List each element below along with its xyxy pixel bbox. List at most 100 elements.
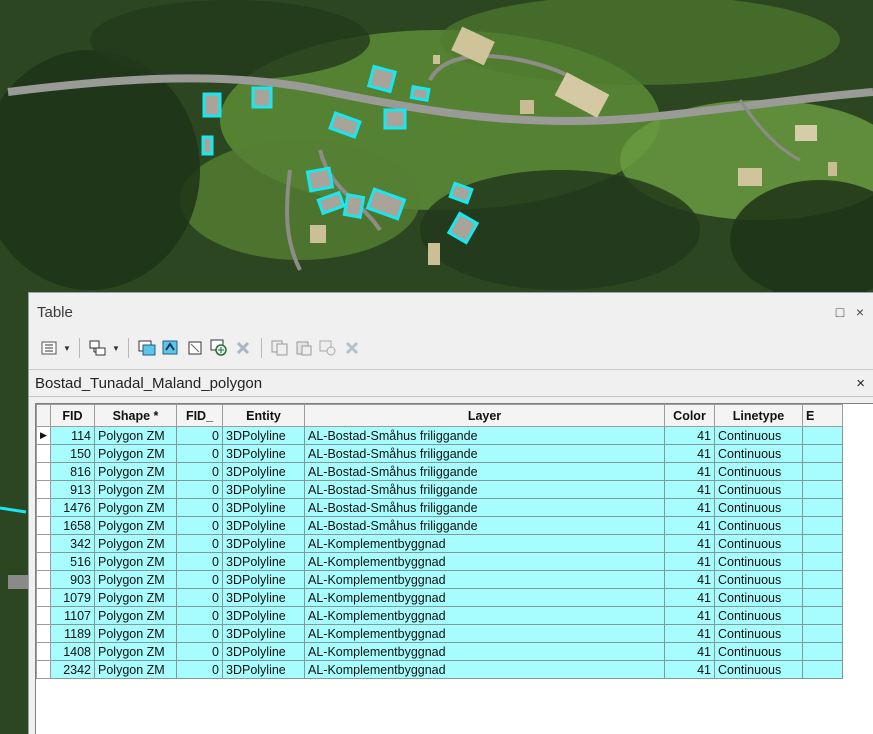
table-cell[interactable] bbox=[802, 606, 843, 625]
table-cell[interactable]: AL-Komplementbyggnad bbox=[304, 570, 665, 589]
table-cell[interactable]: Continuous bbox=[714, 642, 803, 661]
table-cell[interactable]: 41 bbox=[664, 660, 715, 679]
row-selector[interactable] bbox=[36, 462, 51, 481]
table-cell[interactable]: 1476 bbox=[50, 498, 95, 517]
table-cell[interactable] bbox=[802, 570, 843, 589]
clear-selection-icon[interactable] bbox=[185, 338, 205, 358]
table-cell[interactable]: Polygon ZM bbox=[94, 444, 177, 463]
column-header[interactable]: FID_ bbox=[176, 404, 223, 427]
table-cell[interactable]: Continuous bbox=[714, 426, 803, 445]
table-cell[interactable] bbox=[802, 624, 843, 643]
table-row[interactable]: ▶ 114 Polygon ZM 0 3DPolyline AL-Bostad-Småhu… bbox=[36, 426, 843, 445]
table-cell[interactable]: 0 bbox=[176, 498, 223, 517]
table-cell[interactable]: 1658 bbox=[50, 516, 95, 535]
table-cell[interactable]: AL-Komplementbyggnad bbox=[304, 642, 665, 661]
table-cell[interactable]: 3DPolyline bbox=[222, 606, 305, 625]
table-cell[interactable]: AL-Bostad-Småhus friliggande bbox=[304, 498, 665, 517]
table-cell[interactable]: 0 bbox=[176, 516, 223, 535]
table-cell[interactable]: 41 bbox=[664, 624, 715, 643]
table-cell[interactable]: 41 bbox=[664, 642, 715, 661]
column-header[interactable]: Entity bbox=[222, 404, 305, 427]
table-cell[interactable]: 41 bbox=[664, 606, 715, 625]
table-cell[interactable]: Continuous bbox=[714, 570, 803, 589]
table-cell[interactable]: 41 bbox=[664, 426, 715, 445]
table-cell[interactable] bbox=[802, 552, 843, 571]
table-cell[interactable]: 41 bbox=[664, 534, 715, 553]
table-row[interactable]: 1107 Polygon ZM 0 3DPolyline AL-Komplementby… bbox=[36, 606, 843, 625]
close-button[interactable]: × bbox=[853, 304, 867, 320]
table-cell[interactable]: 3DPolyline bbox=[222, 426, 305, 445]
table-row[interactable]: 913 Polygon ZM 0 3DPolyline AL-Bostad-Småhus… bbox=[36, 480, 843, 499]
table-cell[interactable]: AL-Komplementbyggnad bbox=[304, 606, 665, 625]
table-cell[interactable]: Polygon ZM bbox=[94, 552, 177, 571]
related-tables-dropdown-icon[interactable]: ▼ bbox=[112, 338, 120, 358]
table-row[interactable]: 903 Polygon ZM 0 3DPolyline AL-Komplementbyg… bbox=[36, 570, 843, 589]
row-selector[interactable] bbox=[36, 480, 51, 499]
row-selector[interactable] bbox=[36, 624, 51, 643]
table-cell[interactable]: Polygon ZM bbox=[94, 498, 177, 517]
row-selector[interactable] bbox=[36, 498, 51, 517]
table-cell[interactable]: AL-Bostad-Småhus friliggande bbox=[304, 462, 665, 481]
table-options-icon[interactable] bbox=[39, 338, 59, 358]
close-tab-button[interactable]: × bbox=[856, 375, 865, 392]
column-header[interactable]: Shape * bbox=[94, 404, 177, 427]
row-selector[interactable] bbox=[36, 534, 51, 553]
table-cell[interactable] bbox=[802, 426, 843, 445]
table-cell[interactable] bbox=[802, 462, 843, 481]
table-row[interactable]: 1658 Polygon ZM 0 3DPolyline AL-Bostad-Småhu… bbox=[36, 516, 843, 535]
table-cell[interactable]: 3DPolyline bbox=[222, 498, 305, 517]
row-selector[interactable] bbox=[36, 516, 51, 535]
table-cell[interactable]: AL-Komplementbyggnad bbox=[304, 660, 665, 679]
table-cell[interactable]: Polygon ZM bbox=[94, 570, 177, 589]
table-cell[interactable] bbox=[802, 516, 843, 535]
table-cell[interactable]: Continuous bbox=[714, 444, 803, 463]
table-cell[interactable]: 41 bbox=[664, 588, 715, 607]
table-cell[interactable]: 0 bbox=[176, 660, 223, 679]
table-cell[interactable]: AL-Bostad-Småhus friliggande bbox=[304, 480, 665, 499]
table-cell[interactable]: Continuous bbox=[714, 552, 803, 571]
table-row[interactable]: 342 Polygon ZM 0 3DPolyline AL-Komplementbyg… bbox=[36, 534, 843, 553]
column-header[interactable]: Color bbox=[664, 404, 715, 427]
table-row[interactable]: 150 Polygon ZM 0 3DPolyline AL-Bostad-Småhus… bbox=[36, 444, 843, 463]
table-row[interactable]: 1408 Polygon ZM 0 3DPolyline AL-Komplementby… bbox=[36, 642, 843, 661]
table-cell[interactable]: 150 bbox=[50, 444, 95, 463]
table-cell[interactable]: 41 bbox=[664, 516, 715, 535]
table-row[interactable]: 1079 Polygon ZM 0 3DPolyline AL-Komplementby… bbox=[36, 588, 843, 607]
related-tables-icon[interactable] bbox=[88, 338, 108, 358]
table-cell[interactable]: AL-Komplementbyggnad bbox=[304, 552, 665, 571]
table-cell[interactable]: 1189 bbox=[50, 624, 95, 643]
table-cell[interactable]: 0 bbox=[176, 606, 223, 625]
table-cell[interactable]: 114 bbox=[50, 426, 95, 445]
table-cell[interactable]: 3DPolyline bbox=[222, 516, 305, 535]
delete-icon[interactable] bbox=[342, 338, 362, 358]
table-cell[interactable]: 0 bbox=[176, 624, 223, 643]
table-cell[interactable]: 903 bbox=[50, 570, 95, 589]
column-header[interactable]: Layer bbox=[304, 404, 665, 427]
table-cell[interactable]: 41 bbox=[664, 462, 715, 481]
table-cell[interactable]: Continuous bbox=[714, 660, 803, 679]
attribute-grid[interactable]: FID Shape * FID_ Entity Layer Color Line… bbox=[35, 403, 873, 734]
table-cell[interactable]: 516 bbox=[50, 552, 95, 571]
table-cell[interactable] bbox=[802, 588, 843, 607]
table-cell[interactable]: 913 bbox=[50, 480, 95, 499]
table-cell[interactable]: 41 bbox=[664, 570, 715, 589]
table-row[interactable]: 1189 Polygon ZM 0 3DPolyline AL-Komplementby… bbox=[36, 624, 843, 643]
row-selector[interactable] bbox=[36, 642, 51, 661]
table-cell[interactable]: 1079 bbox=[50, 588, 95, 607]
table-cell[interactable]: 3DPolyline bbox=[222, 624, 305, 643]
table-cell[interactable]: Continuous bbox=[714, 516, 803, 535]
table-cell[interactable]: Continuous bbox=[714, 588, 803, 607]
table-cell[interactable]: 0 bbox=[176, 534, 223, 553]
table-cell[interactable]: 0 bbox=[176, 588, 223, 607]
table-cell[interactable]: Polygon ZM bbox=[94, 660, 177, 679]
table-cell[interactable]: 3DPolyline bbox=[222, 534, 305, 553]
table-cell[interactable]: 0 bbox=[176, 480, 223, 499]
delete-selected-icon[interactable] bbox=[233, 338, 253, 358]
table-cell[interactable]: Polygon ZM bbox=[94, 480, 177, 499]
row-selector[interactable] bbox=[36, 570, 51, 589]
current-row-marker[interactable]: ▶ bbox=[36, 426, 51, 445]
table-cell[interactable] bbox=[802, 642, 843, 661]
table-row[interactable]: 1476 Polygon ZM 0 3DPolyline AL-Bostad-Småhu… bbox=[36, 498, 843, 517]
table-cell[interactable]: 41 bbox=[664, 444, 715, 463]
table-options-dropdown-icon[interactable]: ▼ bbox=[63, 338, 71, 358]
